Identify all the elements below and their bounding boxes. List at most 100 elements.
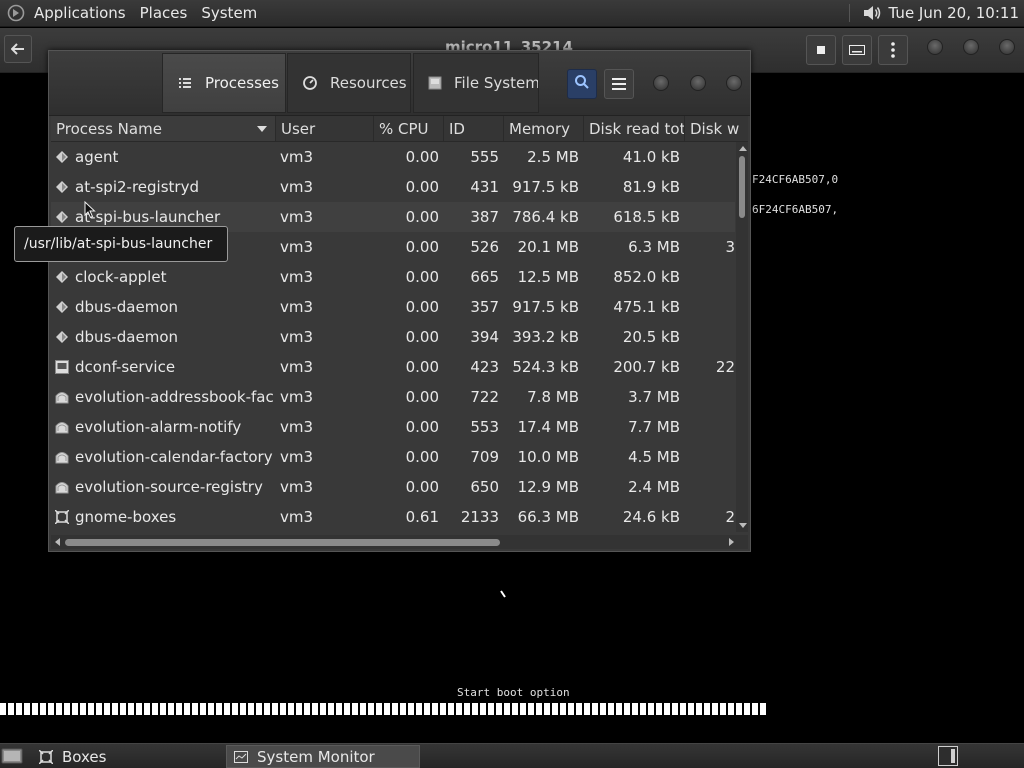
progress-segment — [16, 703, 24, 715]
table-row[interactable]: agent vm3 0.00 555 2.5 MB 41.0 kB — [51, 142, 735, 172]
progress-segment — [264, 703, 272, 715]
column-user[interactable]: User — [276, 116, 374, 141]
console-line: F24CF6AB507,0 — [752, 173, 839, 186]
back-button[interactable] — [4, 35, 32, 63]
table-row[interactable]: gnome-boxes vm3 0.61 2133 66.3 MB 24.6 kB 2 — [51, 502, 735, 532]
progress-segment — [104, 703, 112, 715]
minimize-button[interactable] — [653, 75, 669, 91]
scroll-down-icon[interactable] — [739, 523, 747, 528]
places-menu[interactable]: Places — [133, 0, 195, 27]
cell-id: 526 — [470, 238, 499, 256]
cell-disk-write — [685, 382, 735, 412]
panel-separator — [848, 4, 851, 22]
table-row[interactable]: evolution-calendar-factory vm3 0.00 709 10.0… — [51, 442, 735, 472]
cell-disk-read: 3.7 MB — [628, 388, 680, 406]
tab-processes[interactable]: Processes — [162, 53, 286, 113]
progress-segment — [320, 703, 328, 715]
keyboard-button[interactable] — [842, 35, 872, 65]
workspace-switcher[interactable] — [938, 746, 958, 766]
show-desktop-icon[interactable] — [1, 747, 23, 765]
progress-segment — [728, 703, 736, 715]
scrollbar-thumb[interactable] — [739, 156, 745, 218]
minimize-button[interactable] — [927, 39, 943, 55]
vertical-scrollbar[interactable] — [736, 142, 748, 532]
cell-id: 423 — [470, 358, 499, 376]
evolution-icon — [55, 442, 69, 472]
progress-segment — [40, 703, 48, 715]
horizontal-scrollbar[interactable] — [51, 535, 748, 549]
taskbar-item-boxes[interactable]: Boxes — [32, 745, 224, 768]
maximize-button[interactable] — [963, 39, 979, 55]
column-cpu[interactable]: % CPU — [374, 116, 444, 141]
scroll-left-icon[interactable] — [55, 538, 60, 546]
cell-disk-read: 852.0 kB — [613, 268, 680, 286]
taskbar-item-system-monitor[interactable]: System Monitor — [226, 745, 420, 768]
hamburger-menu-button[interactable] — [604, 69, 634, 99]
close-button[interactable] — [726, 75, 742, 91]
scrollbar-thumb[interactable] — [65, 539, 500, 546]
search-button[interactable] — [567, 69, 597, 99]
distro-logo-icon[interactable] — [5, 2, 27, 24]
progress-segment — [472, 703, 480, 715]
progress-segment — [544, 703, 552, 715]
cell-memory: 20.1 MB — [517, 238, 579, 256]
progress-segment — [336, 703, 344, 715]
close-button[interactable] — [999, 39, 1015, 55]
column-disk-read[interactable]: Disk read total — [584, 116, 685, 141]
cell-disk-read: 475.1 kB — [613, 298, 680, 316]
maximize-button[interactable] — [690, 75, 706, 91]
progress-segment — [152, 703, 160, 715]
cell-cpu: 0.00 — [405, 298, 439, 316]
progress-segment — [136, 703, 144, 715]
progress-segment — [112, 703, 120, 715]
cell-name: evolution-calendar-factory — [75, 448, 273, 466]
column-disk-write[interactable]: Disk w — [685, 116, 748, 141]
column-id[interactable]: ID — [444, 116, 504, 141]
tab-label: File Systems — [454, 74, 539, 92]
taskbar-item-label: Boxes — [62, 747, 107, 766]
stop-button[interactable] — [806, 35, 836, 65]
cell-memory: 12.9 MB — [517, 478, 579, 496]
progress-segment — [224, 703, 232, 715]
table-row[interactable]: evolution-alarm-notify vm3 0.00 553 17.4 MB 7… — [51, 412, 735, 442]
cell-cpu: 0.00 — [405, 178, 439, 196]
volume-icon[interactable] — [859, 0, 885, 27]
table-row[interactable]: clock-applet vm3 0.00 665 12.5 MB 852.0 kB — [51, 262, 735, 292]
boot-status-text: Start boot option — [457, 686, 570, 699]
table-row[interactable]: dbus-daemon vm3 0.00 357 917.5 kB 475.1 kB — [51, 292, 735, 322]
progress-segment — [616, 703, 624, 715]
gauge-icon — [302, 75, 318, 91]
cell-memory: 2.5 MB — [527, 148, 579, 166]
tab-file-systems[interactable]: File Systems — [413, 53, 539, 113]
progress-segment — [704, 703, 712, 715]
progress-segment — [392, 703, 400, 715]
cell-user: vm3 — [280, 328, 314, 346]
scroll-up-icon[interactable] — [739, 146, 747, 151]
process-icon — [55, 262, 69, 292]
system-menu[interactable]: System — [194, 0, 264, 27]
table-row[interactable]: dconf-service vm3 0.00 423 524.3 kB 200.7 kB 2… — [51, 352, 735, 382]
tab-resources[interactable]: Resources — [287, 53, 411, 113]
menu-kebab-button[interactable] — [878, 35, 908, 65]
cell-name: evolution-alarm-notify — [75, 418, 242, 436]
progress-segment — [80, 703, 88, 715]
dconf-icon — [55, 352, 69, 382]
column-process-name[interactable]: Process Name — [51, 116, 276, 141]
scroll-right-icon[interactable] — [729, 538, 734, 546]
applications-menu[interactable]: Applications — [27, 0, 133, 27]
table-row[interactable]: evolution-source-registry vm3 0.00 650 12.9 … — [51, 472, 735, 502]
table-row[interactable]: dbus-daemon vm3 0.00 394 393.2 kB 20.5 kB — [51, 322, 735, 352]
progress-segment — [672, 703, 680, 715]
progress-segment — [0, 703, 8, 715]
clock[interactable]: Tue Jun 20, 10:11 — [889, 4, 1024, 22]
progress-segment — [424, 703, 432, 715]
cell-disk-read: 618.5 kB — [613, 208, 680, 226]
progress-segment — [648, 703, 656, 715]
progress-segment — [296, 703, 304, 715]
progress-segment — [416, 703, 424, 715]
progress-segment — [72, 703, 80, 715]
table-row[interactable]: at-spi2-registryd vm3 0.00 431 917.5 kB 81.9 … — [51, 172, 735, 202]
monitor-icon — [233, 749, 249, 765]
table-row[interactable]: evolution-addressbook-factory vm3 0.00 722 7… — [51, 382, 735, 412]
column-memory[interactable]: Memory — [504, 116, 584, 141]
